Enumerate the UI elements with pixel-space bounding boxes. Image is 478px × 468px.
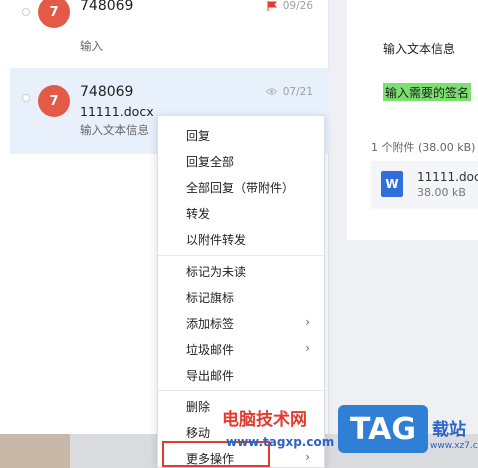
menu-item-flag[interactable]: 标记旗标	[158, 284, 324, 310]
flag-icon[interactable]	[267, 1, 277, 11]
watermark-url: www.tagxp.com	[226, 435, 335, 449]
attachment-size: 38.00 kB	[417, 186, 466, 199]
mail-body-text: 输入文本信息	[383, 42, 456, 56]
menu-item-forward-as-attachment[interactable]: 以附件转发	[158, 226, 324, 252]
menu-item-reply-all[interactable]: 回复全部	[158, 148, 324, 174]
tag-logo: TAG	[338, 405, 428, 453]
menu-item-export[interactable]: 导出邮件	[158, 362, 324, 388]
menu-item-mark-unread[interactable]: 标记为未读	[158, 258, 324, 284]
watermark: 电脑技术网 www.tagxp.com TAG 载站 www.xz7.com	[222, 405, 478, 468]
mail-item[interactable]: 7 748069 09/26 输入	[10, 0, 329, 66]
menu-item-spam[interactable]: 垃圾邮件 ›	[158, 336, 324, 362]
menu-divider	[158, 390, 324, 391]
unread-dot[interactable]	[22, 8, 30, 16]
avatar: 7	[38, 85, 70, 117]
attachment-name: 11111.docx	[417, 170, 478, 184]
attachments-label: 1 个附件 (38.00 kB)	[371, 141, 476, 154]
menu-item-reply-all-with-attachments[interactable]: 全部回复（带附件）	[158, 174, 324, 200]
word-file-icon: W	[381, 171, 403, 197]
menu-divider	[158, 255, 324, 256]
mail-date: 09/26	[282, 0, 313, 12]
avatar: 7	[38, 0, 70, 28]
mail-date: 07/21	[282, 86, 313, 98]
reading-pane: 输入文本信息 输入需要的签名 1 个附件 (38.00 kB) W 11111.…	[347, 0, 478, 240]
chevron-right-icon: ›	[305, 341, 310, 355]
mail-sender: 748069	[80, 84, 134, 100]
highlighted-signature: 输入需要的签名	[383, 83, 472, 101]
mail-subject: 11111.docx	[80, 104, 154, 119]
watermark-suffix: 载站	[432, 420, 466, 440]
mail-preview: 输入	[80, 39, 103, 53]
menu-item-add-tag[interactable]: 添加标签 ›	[158, 310, 324, 336]
mail-preview: 输入文本信息	[80, 123, 149, 137]
chevron-right-icon: ›	[305, 315, 310, 329]
menu-item-reply[interactable]: 回复	[158, 122, 324, 148]
unread-dot[interactable]	[22, 94, 30, 102]
watermark-url-2: www.xz7.com	[430, 441, 478, 451]
menu-item-forward[interactable]: 转发	[158, 200, 324, 226]
attachment-card[interactable]: W 11111.docx 38.00 kB	[371, 161, 478, 209]
mail-sender: 748069	[80, 0, 134, 14]
eye-icon	[266, 88, 277, 95]
bottom-thumbnail	[0, 434, 70, 468]
watermark-site-name: 电脑技术网	[222, 410, 307, 430]
